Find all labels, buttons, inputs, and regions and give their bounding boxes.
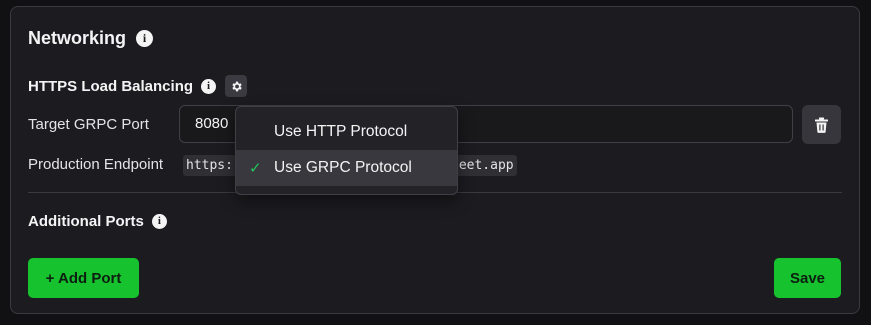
networking-header: Networking i <box>28 28 154 49</box>
add-port-label: + Add Port <box>45 269 122 287</box>
checkmark-icon: ✓ <box>249 160 262 177</box>
gear-icon[interactable] <box>225 75 248 97</box>
info-icon[interactable]: i <box>201 78 217 94</box>
trash-icon <box>815 117 828 133</box>
endpoint-text: https: <box>186 158 233 173</box>
save-button[interactable]: Save <box>774 258 841 298</box>
menu-item-label: Use HTTP Protocol <box>274 123 408 140</box>
menu-item-use-grpc[interactable]: ✓ Use GRPC Protocol <box>236 150 457 186</box>
production-endpoint-url-tail[interactable]: zeet.app <box>451 155 517 176</box>
additional-ports-title: Additional Ports <box>28 213 144 230</box>
delete-button[interactable] <box>802 105 841 144</box>
production-endpoint-url[interactable]: https: <box>183 155 236 176</box>
https-load-balancing-title: HTTPS Load Balancing <box>28 77 194 95</box>
additional-ports-header: Additional Ports i <box>28 213 167 230</box>
endpoint-text-tail: zeet.app <box>451 158 514 173</box>
menu-item-use-http[interactable]: Use HTTP Protocol <box>236 114 457 150</box>
info-icon[interactable]: i <box>136 30 154 47</box>
networking-panel: Networking i HTTPS Load Balancing i Targ… <box>10 6 860 314</box>
info-icon[interactable]: i <box>151 214 167 229</box>
production-endpoint-label: Production Endpoint <box>28 156 164 173</box>
add-port-button[interactable]: + Add Port <box>28 258 139 298</box>
menu-item-label: Use GRPC Protocol <box>274 159 412 176</box>
networking-title: Networking <box>28 28 127 48</box>
https-load-balancing-header: HTTPS Load Balancing i <box>28 75 248 97</box>
save-label: Save <box>789 269 826 287</box>
target-port-label: Target GRPC Port <box>28 116 149 133</box>
protocol-dropdown-menu: Use HTTP Protocol ✓ Use GRPC Protocol <box>235 106 458 195</box>
